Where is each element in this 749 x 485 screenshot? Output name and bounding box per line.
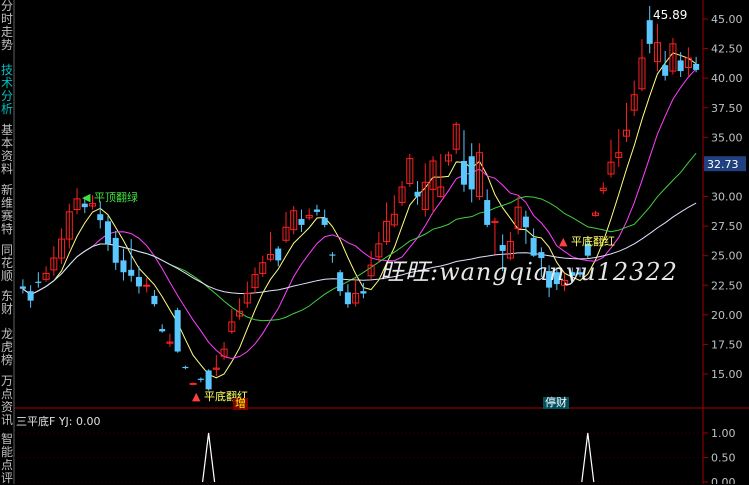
candle-body [522,216,529,228]
price-tick-label: 15.00 [711,368,743,381]
candle-body [646,20,653,44]
price-tick-label: 35.00 [711,131,743,144]
candle-body [112,237,119,263]
arrow-up-icon: ▲ [559,235,568,248]
candle-body [19,286,26,289]
candle-body [662,65,669,76]
candle-body [159,329,166,332]
candle-body [313,209,320,212]
candle-body [182,366,189,369]
candle-body [693,63,700,70]
candle-body [344,292,351,305]
price-tick-label: 22.50 [711,279,743,292]
price-tick-label: 27.50 [711,220,743,233]
candle-body [135,276,142,287]
price-tick-label: 20.00 [711,309,743,322]
candle-body [499,245,506,251]
arrow-left-icon: ◀ [82,191,91,204]
candle-body [104,221,112,244]
arrow-up-icon: ▲ [192,390,201,403]
candle-body [321,217,328,225]
price-tick-label: 25.00 [711,250,743,263]
last-price-label: 32.73 [707,158,739,171]
peak-price-label: 45.89 [653,8,688,22]
watermark: 旺旺:wangqianyu12322 [380,258,678,286]
indicator-title: 三平底F YJ: 0.00 [16,415,101,428]
candle-body [197,378,204,380]
candle-body [205,370,212,390]
candle-body [337,272,344,292]
candle-body [275,248,282,261]
indicator-tick-label: 1.00 [711,427,736,440]
candle-body [460,161,467,185]
signal-top-green: ◀ 平顶翻绿 [82,191,138,204]
candle-body [484,200,491,225]
price-tick-label: 30.00 [711,191,743,204]
chart-canvas[interactable]: 45.0042.5040.0037.5035.0032.5030.0027.50… [0,0,749,484]
indicator-tick-label: 0.50 [711,452,736,465]
price-tick-label: 45.00 [711,13,743,26]
price-tick-label: 37.50 [711,102,743,115]
candle-body [360,291,367,294]
badge-tingcai[interactable]: 停财 [543,397,569,409]
candle-body [27,291,34,301]
candle-body [414,191,421,197]
candle-body [143,284,151,287]
candle-body [189,382,197,385]
candle-body [468,156,475,190]
candle-body [677,60,684,72]
candle-body [120,260,127,273]
candle-body [174,310,181,352]
candle-body [298,218,305,225]
signal-bottom-red-2: ▲ 平底翻红 [559,235,615,248]
indicator-tick-label: 0.00 [711,476,736,484]
price-tick-label: 42.50 [711,43,743,56]
candle-body [128,269,135,276]
price-tick-label: 40.00 [711,72,743,85]
badge-zeng[interactable]: 增 [233,398,248,410]
price-tick-label: 17.50 [711,338,743,351]
candle-body [35,281,42,283]
candle-body [329,254,336,256]
candle-body [151,295,158,305]
candle-body [97,214,104,221]
indicator-spike [202,432,216,483]
indicator-spike [581,432,595,483]
